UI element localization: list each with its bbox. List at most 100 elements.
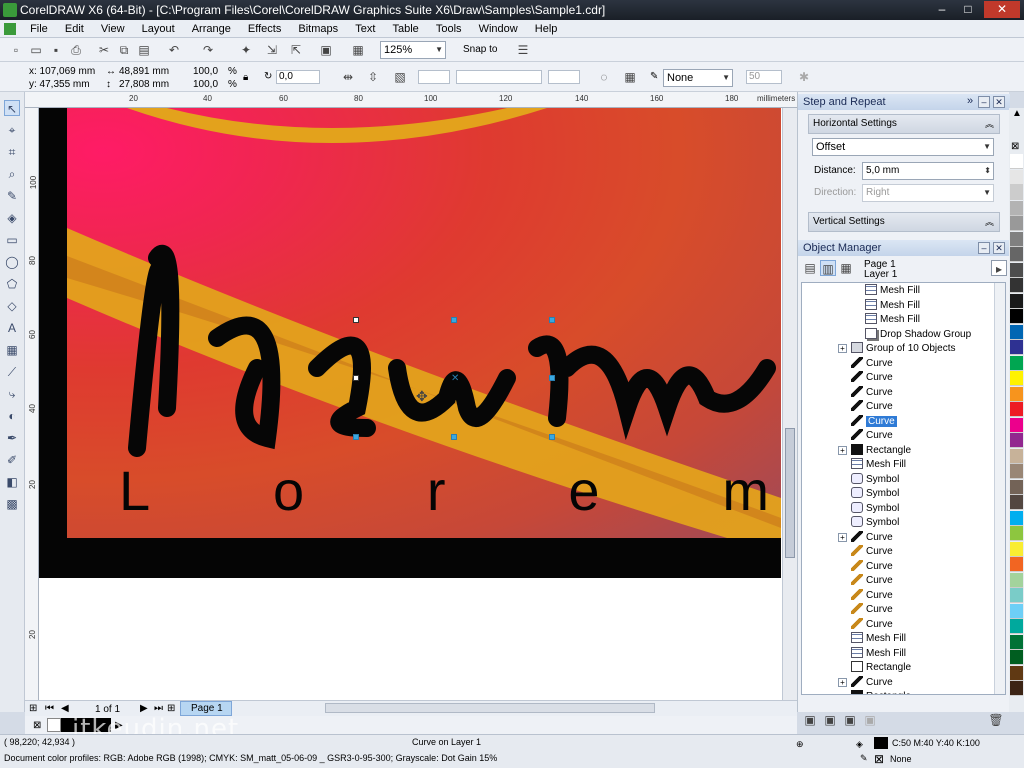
selection-handle[interactable] <box>451 317 457 323</box>
horizontal-scrollbar[interactable] <box>325 703 655 713</box>
docker-minimize-button[interactable]: – <box>978 242 990 254</box>
shape-tool-icon[interactable]: ⌖ <box>4 122 20 138</box>
maximize-button[interactable]: □ <box>956 1 980 18</box>
smart-fill-tool-icon[interactable]: ◈ <box>4 210 20 226</box>
next-page-icon[interactable]: ▶ <box>140 703 148 714</box>
tree-row[interactable]: Curve <box>838 574 893 589</box>
selection-handle[interactable] <box>549 317 555 323</box>
palette-swatch[interactable] <box>1010 278 1023 293</box>
tree-row[interactable]: Curve <box>838 400 893 415</box>
palette-swatch[interactable] <box>1010 634 1023 650</box>
palette-swatch[interactable] <box>1010 324 1023 340</box>
docker-close-button[interactable]: ✕ <box>993 96 1005 108</box>
vertical-settings-section[interactable]: Vertical Settings ︽ <box>808 212 1000 232</box>
tree-row[interactable]: Curve <box>838 559 893 575</box>
new-master-layer-all-icon[interactable]: ▣ <box>842 712 858 728</box>
palette-scroll-up-icon[interactable]: ▲ <box>1012 108 1022 119</box>
tree-row[interactable]: Mesh Fill <box>865 298 920 314</box>
outline-width-select[interactable]: None ▼ <box>663 69 733 87</box>
artwork-frame[interactable]: L o r e m <box>39 108 781 578</box>
palette-swatch[interactable] <box>1010 526 1023 541</box>
horizontal-ruler[interactable]: 20 40 60 80 100 120 140 160 180 millimet… <box>25 92 797 108</box>
palette-swatch[interactable] <box>1010 448 1023 464</box>
palette-swatch[interactable] <box>1010 262 1023 278</box>
fill-tool-icon[interactable]: ◧ <box>4 474 20 490</box>
dimension-tool-icon[interactable]: ⟋ <box>4 364 20 380</box>
docker-close-button[interactable]: ✕ <box>993 242 1005 254</box>
distance-input[interactable]: 5,0 mm ⬍ <box>862 162 994 180</box>
expand-toggle-icon[interactable]: + <box>838 677 847 687</box>
end-arrow-select[interactable] <box>548 70 580 84</box>
options-icon[interactable]: ☰ <box>515 42 531 58</box>
export-icon[interactable]: ⇱ <box>288 42 304 58</box>
palette-swatch[interactable] <box>1010 665 1023 681</box>
connector-tool-icon[interactable]: ⤷ <box>4 386 20 402</box>
palette-swatch[interactable] <box>1010 309 1023 324</box>
palette-swatch[interactable] <box>1010 603 1023 619</box>
lock-ratio-icon[interactable]: 🔒︎ <box>243 72 248 83</box>
palette-swatch[interactable] <box>1010 200 1023 216</box>
eyedropper-tool-icon[interactable]: ✒ <box>4 430 20 446</box>
mirror-horizontal-icon[interactable]: ⇹ <box>340 69 356 85</box>
orange-swoosh-top[interactable] <box>127 108 547 143</box>
palette-swatch[interactable] <box>1010 588 1023 603</box>
menu-bitmaps[interactable]: Bitmaps <box>291 20 345 38</box>
tree-row[interactable]: Curve <box>838 617 893 633</box>
palette-swatch[interactable] <box>1010 293 1023 309</box>
new-icon[interactable]: ▫ <box>8 42 24 58</box>
menu-window[interactable]: Window <box>472 20 525 38</box>
print-icon[interactable]: ⎙ <box>68 42 84 58</box>
search-content-icon[interactable]: ✦ <box>238 42 254 58</box>
palette-swatch[interactable] <box>1010 510 1023 526</box>
artwork-gradient-background[interactable]: L o r e m <box>67 108 781 538</box>
palette-swatch[interactable] <box>1010 464 1023 479</box>
table-tool-icon[interactable]: ▦ <box>4 342 20 358</box>
y-position[interactable]: y: 47,355 mm <box>29 79 90 90</box>
combine-icon[interactable]: ▧ <box>392 69 408 85</box>
pick-tool-icon[interactable]: ↖ <box>4 100 20 116</box>
mode-select[interactable]: Offset ▼ <box>812 138 994 156</box>
rotation-angle[interactable]: 0,0 <box>276 70 320 84</box>
menu-tools[interactable]: Tools <box>429 20 469 38</box>
tree-scrollbar[interactable] <box>994 283 1005 694</box>
white-swatch[interactable] <box>47 718 61 732</box>
blend-tool-icon[interactable]: ◐ <box>4 408 20 424</box>
ellipse-tool-icon[interactable]: ◯ <box>4 254 20 270</box>
welcome-screen-icon[interactable]: ▦ <box>350 42 366 58</box>
palette-swatch[interactable] <box>1010 154 1023 169</box>
zoom-level-combo[interactable]: 125% ▼ <box>380 41 446 59</box>
step-and-repeat-header[interactable]: Step and Repeat » – ✕ <box>798 94 1010 110</box>
menu-table[interactable]: Table <box>385 20 425 38</box>
first-page-icon[interactable]: ⏮ <box>45 703 54 714</box>
menu-layout[interactable]: Layout <box>135 20 182 38</box>
palette-swatch[interactable] <box>1010 231 1023 247</box>
start-arrow-select[interactable] <box>418 70 450 84</box>
docker-minimize-button[interactable]: – <box>978 96 990 108</box>
menu-arrange[interactable]: Arrange <box>185 20 238 38</box>
horizontal-settings-section[interactable]: Horizontal Settings ︽ <box>808 114 1000 134</box>
selection-handle[interactable] <box>353 434 359 440</box>
tree-row[interactable]: Mesh Fill <box>865 313 920 328</box>
tree-row[interactable]: Curve <box>838 385 893 401</box>
text-tool-icon[interactable]: A <box>4 320 20 336</box>
palette-swatch[interactable] <box>1010 557 1023 572</box>
layer-manager-view-icon[interactable]: ▦ <box>838 260 854 276</box>
tree-row[interactable]: Drop Shadow Group <box>865 327 971 343</box>
palette-swatch[interactable] <box>1010 619 1023 634</box>
palette-swatch[interactable] <box>1010 572 1023 588</box>
palette-swatch[interactable] <box>1010 247 1023 262</box>
undo-icon[interactable]: ↶ <box>166 42 182 58</box>
quick-trace-icon[interactable]: ✱ <box>796 69 812 85</box>
freehand-tool-icon[interactable]: ✎ <box>4 188 20 204</box>
object-height[interactable]: 27,808 mm <box>119 79 169 90</box>
close-button[interactable]: ✕ <box>984 1 1020 18</box>
object-manager-menu-icon[interactable]: ▸ <box>991 260 1007 276</box>
palette-swatch[interactable] <box>1010 541 1023 557</box>
vertical-ruler[interactable]: 100 80 60 40 20 20 <box>25 108 39 700</box>
no-fill-swatch-icon[interactable]: ⊠ <box>33 720 41 731</box>
selection-handle[interactable] <box>353 317 359 323</box>
tree-row[interactable]: Curve <box>838 414 897 430</box>
selection-handle[interactable] <box>353 375 359 381</box>
color-profiles[interactable]: Document color profiles: RGB: Adobe RGB … <box>4 753 497 763</box>
new-master-layer-even-icon[interactable]: ▣ <box>862 712 878 728</box>
